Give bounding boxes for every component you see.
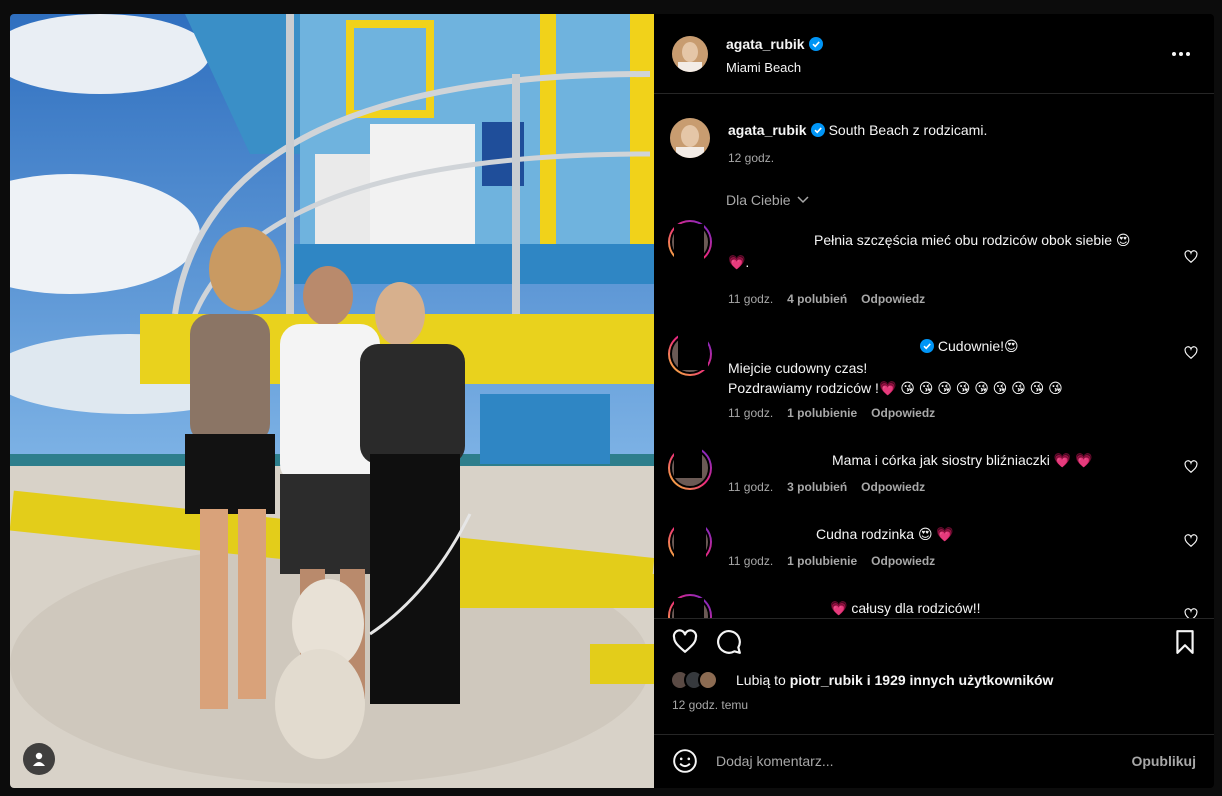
comment-text: Mama i córka jak siostry bliźniaczki 💗 💗 — [832, 452, 1093, 468]
comment-text: Cudna rodzinka 😍 💗 — [816, 526, 954, 542]
post-photo[interactable] — [10, 14, 654, 788]
reply-button[interactable]: Odpowiedz — [871, 406, 935, 420]
verified-badge-icon — [808, 37, 823, 51]
redaction-block — [674, 598, 704, 618]
like-comment-heart-icon[interactable] — [1184, 460, 1198, 474]
redaction-block — [674, 516, 706, 566]
verified-badge-icon — [810, 123, 825, 137]
add-comment-input[interactable]: Dodaj komentarz... — [716, 753, 834, 769]
comment-meta: 11 godz. 3 polubień Odpowiedz — [728, 480, 925, 494]
post-timestamp: 12 godz. temu — [672, 698, 749, 712]
comment-meta: 11 godz. 1 polubienie Odpowiedz — [728, 406, 935, 420]
heart-icon[interactable] — [672, 629, 698, 655]
like-comment-heart-icon[interactable] — [1184, 250, 1198, 264]
more-icon — [1172, 52, 1176, 56]
comment-time: 11 godz. — [728, 406, 774, 420]
comment-text: 💗 całusy dla rodziców!! — [830, 600, 981, 616]
chevron-down-icon — [797, 196, 809, 204]
add-comment-bar: Dodaj komentarz... Opublikuj — [654, 734, 1214, 788]
comment-text: Cudownie!😍 — [916, 336, 1019, 356]
like-comment-heart-icon[interactable] — [1184, 346, 1198, 360]
redaction-block — [726, 524, 812, 544]
comment-meta: 11 godz. 4 polubień Odpowiedz — [728, 292, 925, 306]
caption-text: South Beach z rodzicami. — [828, 122, 988, 138]
likes-summary[interactable]: Lubią to piotr_rubik i 1929 innych użytk… — [670, 670, 1053, 690]
beach-photo — [10, 14, 654, 788]
comment-likes[interactable]: 4 polubień — [787, 292, 847, 306]
comment-meta: 11 godz. 1 polubienie Odpowiedz — [728, 554, 935, 568]
comment-time: 11 godz. — [728, 480, 774, 494]
like-comment-heart-icon[interactable] — [1184, 608, 1198, 618]
comment-icon[interactable] — [716, 629, 742, 655]
emoji-icon[interactable] — [672, 748, 698, 774]
author-username[interactable]: agata_rubik — [726, 36, 823, 52]
comment-text-line3: Pozdrawiamy rodziców !💗 😘 😘 😘 😘 😘 😘 😘 😘 … — [728, 380, 1063, 396]
more-options-button[interactable] — [1172, 44, 1194, 64]
bookmark-icon[interactable] — [1172, 629, 1198, 655]
user-tag-icon — [33, 752, 45, 766]
comment-time: 11 godz. — [728, 292, 774, 306]
caption-time: 12 godz. — [728, 151, 775, 165]
comments-list[interactable]: Pełnia szczęścia mieć obu rodziców obok … — [654, 218, 1214, 618]
post-header: agata_rubik Miami Beach — [654, 14, 1214, 94]
user-tag-button[interactable] — [23, 743, 55, 775]
likes-count-link[interactable]: i 1929 innych użytkowników — [863, 672, 1054, 688]
reply-button[interactable]: Odpowiedz — [861, 480, 925, 494]
liker-avatar — [698, 670, 718, 690]
post-caption: agata_rubik South Beach z rodzicami. 12 g… — [654, 94, 1214, 184]
like-comment-heart-icon[interactable] — [1184, 534, 1198, 548]
post-detail-panel: agata_rubik Miami Beach agata_rubik South… — [654, 14, 1214, 788]
post-location[interactable]: Miami Beach — [726, 60, 801, 75]
redaction-block — [674, 224, 704, 284]
comment-text-line2: Miejcie cudowny czas! — [728, 360, 868, 376]
comments-filter-dropdown[interactable]: Dla Ciebie — [726, 192, 809, 208]
post-actions-bar — [654, 618, 1214, 668]
comment-likes[interactable]: 1 polubienie — [787, 554, 857, 568]
redaction-block — [674, 442, 702, 478]
reply-button[interactable]: Odpowiedz — [871, 554, 935, 568]
redaction-block — [728, 338, 916, 356]
redaction-block — [726, 228, 810, 250]
caption-avatar[interactable] — [670, 118, 710, 158]
likes-user-link[interactable]: piotr_rubik — [790, 672, 863, 688]
caption-username[interactable]: agata_rubik — [728, 122, 807, 138]
redaction-block — [724, 450, 830, 470]
filter-label: Dla Ciebie — [726, 192, 791, 208]
comment-time: 11 godz. — [728, 554, 774, 568]
verified-badge-icon — [920, 339, 934, 353]
comment-text: Pełnia szczęścia mieć obu rodziców obok … — [814, 232, 1131, 248]
likes-text: Lubią to piotr_rubik i 1929 innych użytk… — [736, 672, 1054, 688]
redaction-block — [720, 598, 824, 618]
reply-button[interactable]: Odpowiedz — [861, 292, 925, 306]
comment-text-line2: 💗. — [728, 254, 750, 270]
caption-line: agata_rubik South Beach z rodzicami. — [728, 122, 987, 138]
publish-button[interactable]: Opublikuj — [1131, 753, 1196, 769]
comment-likes[interactable]: 3 polubień — [787, 480, 847, 494]
comment-likes[interactable]: 1 polubienie — [787, 406, 857, 420]
redaction-block — [678, 330, 708, 370]
author-avatar[interactable] — [672, 36, 708, 72]
